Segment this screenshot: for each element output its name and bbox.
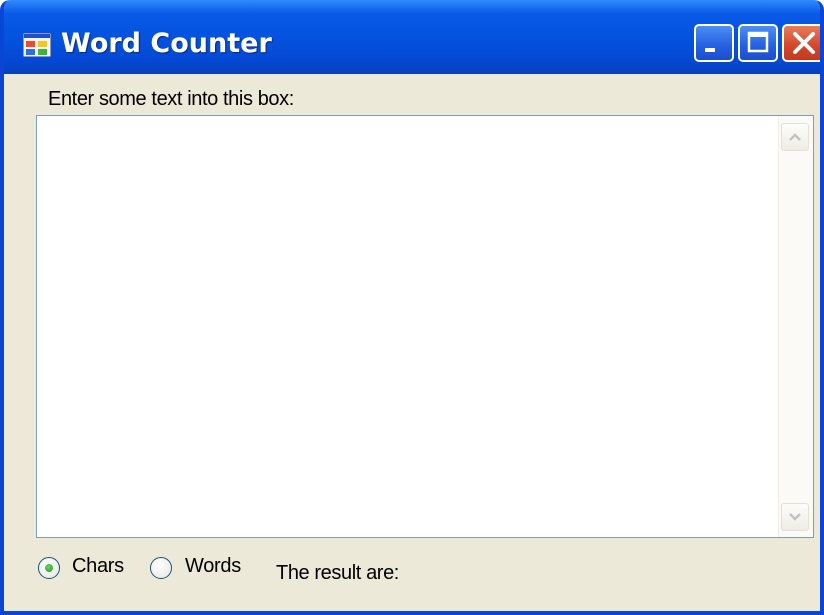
scroll-up-button[interactable] bbox=[781, 123, 809, 151]
words-label[interactable]: Words bbox=[185, 555, 241, 578]
window-title: Word Counter bbox=[61, 28, 272, 59]
maximize-button[interactable] bbox=[738, 24, 778, 62]
close-button[interactable] bbox=[782, 24, 820, 62]
text-input-area[interactable] bbox=[36, 115, 814, 538]
text-input-label: Enter some text into this box: bbox=[48, 88, 294, 110]
radio-selected-dot bbox=[45, 564, 53, 572]
minimize-icon bbox=[705, 48, 715, 52]
words-radio[interactable] bbox=[150, 557, 172, 579]
title-bar[interactable]: Word Counter bbox=[4, 0, 820, 74]
word-counter-window: Word Counter Enter some text into this b… bbox=[0, 0, 824, 615]
maximize-icon bbox=[747, 31, 769, 53]
scroll-down-button[interactable] bbox=[781, 503, 809, 531]
result-label: The result are: bbox=[276, 562, 399, 584]
close-icon bbox=[793, 32, 815, 54]
chevron-down-icon bbox=[789, 513, 801, 521]
app-window-icon[interactable] bbox=[22, 32, 52, 58]
chevron-up-icon bbox=[789, 133, 801, 141]
minimize-button[interactable] bbox=[694, 24, 734, 62]
chars-label[interactable]: Chars bbox=[72, 555, 124, 578]
vertical-scrollbar[interactable] bbox=[778, 116, 813, 537]
chars-radio[interactable] bbox=[38, 557, 60, 579]
